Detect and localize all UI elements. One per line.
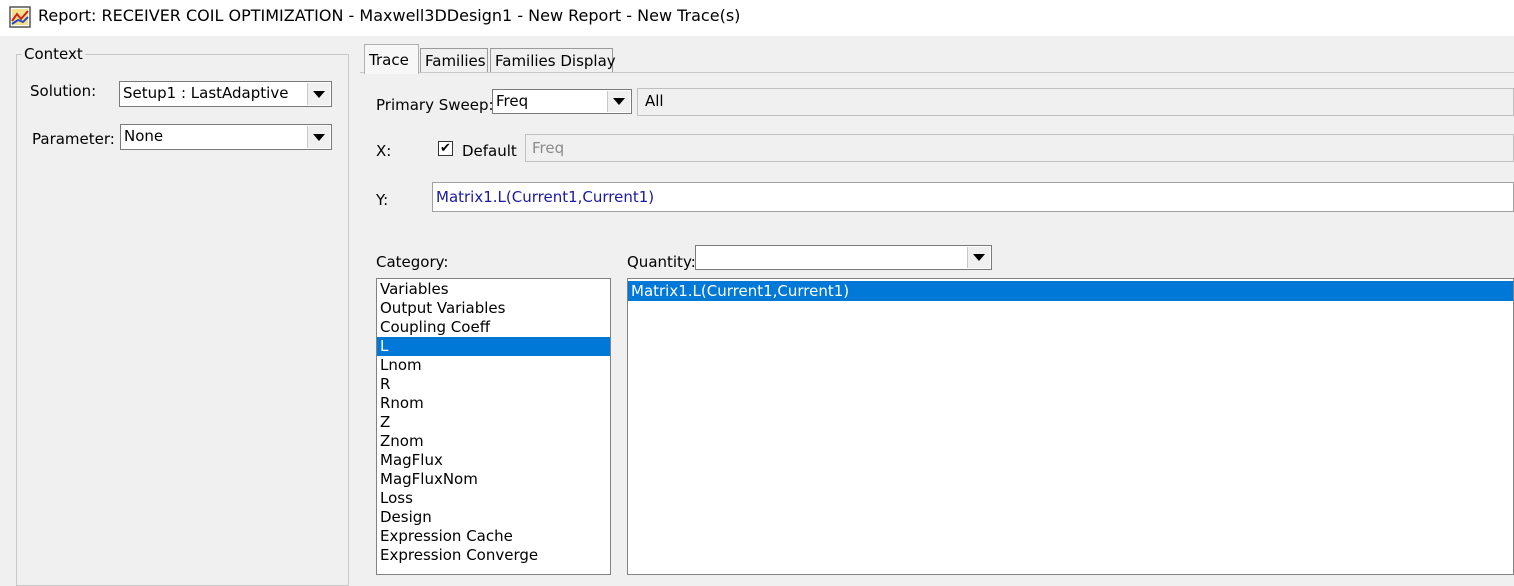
solution-value: Setup1 : LastAdaptive (123, 84, 289, 102)
sweep-range-value: All (645, 92, 664, 110)
category-item-variables[interactable]: Variables (377, 280, 610, 299)
category-item-rnom[interactable]: Rnom (377, 394, 610, 413)
category-item-znom[interactable]: Znom (377, 432, 610, 451)
category-item-lnom[interactable]: Lnom (377, 356, 610, 375)
context-group-label: Context (22, 45, 85, 63)
category-item-coupling-coeff[interactable]: Coupling Coeff (377, 318, 610, 337)
sweep-range-field[interactable]: All (637, 88, 1514, 116)
quantity-filter-dropdown[interactable] (695, 245, 992, 270)
parameter-label: Parameter: (32, 130, 115, 148)
primary-sweep-label: Primary Sweep: (376, 96, 494, 114)
primary-sweep-dropdown-button[interactable] (607, 91, 630, 112)
x-label: X: (376, 142, 392, 160)
chevron-down-icon (313, 90, 325, 98)
solution-label: Solution: (30, 82, 97, 100)
category-item-output-variables[interactable]: Output Variables (377, 299, 610, 318)
category-list[interactable]: Variables Output Variables Coupling Coef… (376, 278, 611, 575)
category-item-r[interactable]: R (377, 375, 610, 394)
report-chart-icon (9, 6, 31, 28)
tabstrip-divider (360, 72, 1514, 73)
x-expression-value: Freq (532, 139, 565, 157)
tab-families-display[interactable]: Families Display (490, 48, 616, 72)
solution-dropdown[interactable]: Setup1 : LastAdaptive (119, 81, 332, 107)
quantity-label: Quantity: (627, 253, 696, 271)
category-item-magflux[interactable]: MagFlux (377, 451, 610, 470)
default-checkbox[interactable]: ✔ (438, 141, 453, 156)
y-label: Y: (376, 191, 389, 209)
quantity-filter-dropdown-button[interactable] (967, 247, 990, 268)
primary-sweep-dropdown[interactable]: Freq (492, 89, 632, 114)
primary-sweep-value: Freq (496, 92, 529, 110)
parameter-value: None (124, 127, 164, 145)
chevron-down-icon (313, 133, 325, 141)
category-item-expression-converge[interactable]: Expression Converge (377, 546, 610, 565)
x-expression-field[interactable]: Freq (525, 134, 1514, 162)
category-item-z[interactable]: Z (377, 413, 610, 432)
quantity-item-matrix1-l[interactable]: Matrix1.L(Current1,Current1) (628, 281, 1513, 301)
category-item-loss[interactable]: Loss (377, 489, 610, 508)
tab-families[interactable]: Families (420, 48, 488, 72)
category-item-l[interactable]: L (377, 337, 610, 356)
category-item-design[interactable]: Design (377, 508, 610, 527)
tab-trace[interactable]: Trace (364, 44, 419, 74)
window-title: Report: RECEIVER COIL OPTIMIZATION - Max… (38, 6, 741, 25)
y-expression-field[interactable]: Matrix1.L(Current1,Current1) (432, 182, 1514, 212)
chevron-down-icon (973, 254, 985, 261)
category-label: Category: (376, 253, 449, 271)
parameter-dropdown-button[interactable] (307, 126, 330, 148)
category-item-expression-cache[interactable]: Expression Cache (377, 527, 610, 546)
title-bar: Report: RECEIVER COIL OPTIMIZATION - Max… (0, 0, 1514, 36)
solution-dropdown-button[interactable] (307, 83, 330, 105)
quantity-list[interactable]: Matrix1.L(Current1,Current1) (627, 278, 1514, 575)
category-item-magfluxnom[interactable]: MagFluxNom (377, 470, 610, 489)
chevron-down-icon (613, 98, 625, 105)
parameter-dropdown[interactable]: None (120, 124, 332, 150)
default-label[interactable]: Default (462, 142, 517, 160)
y-expression-value: Matrix1.L(Current1,Current1) (436, 188, 655, 206)
checkmark-icon: ✔ (440, 141, 451, 156)
